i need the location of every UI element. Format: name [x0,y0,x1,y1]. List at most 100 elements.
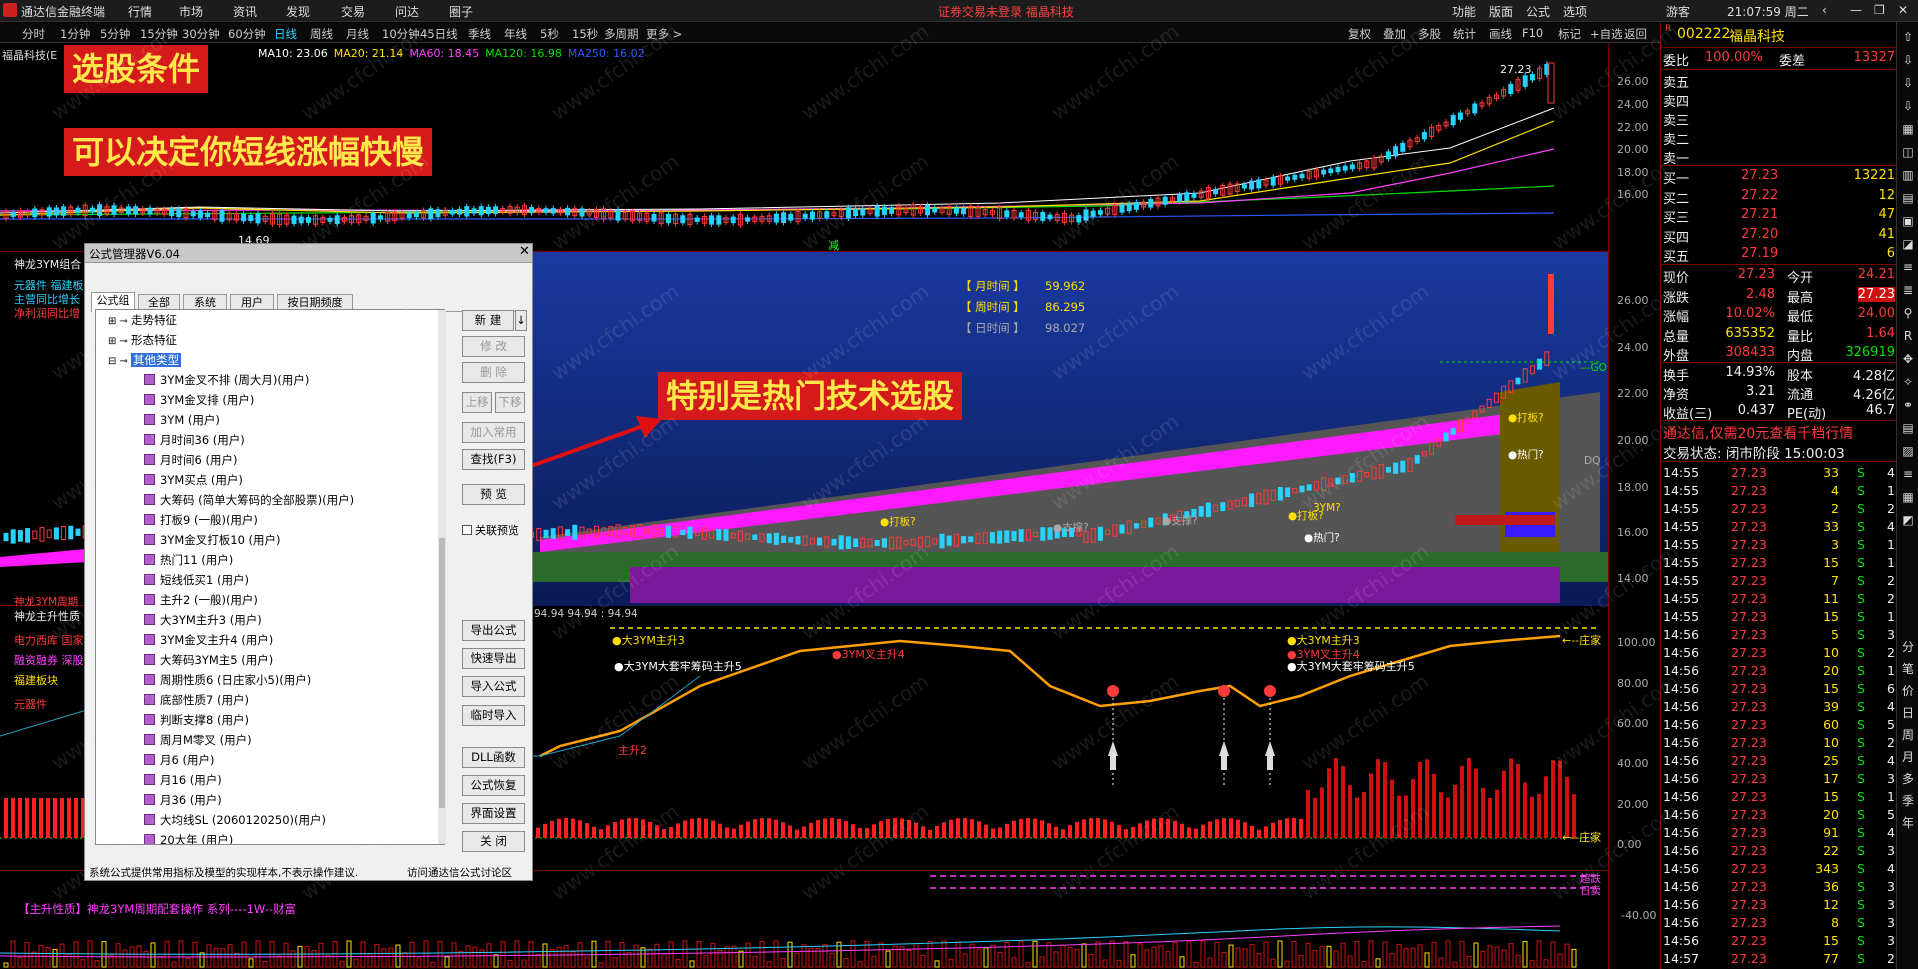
move-up-button[interactable]: 上移 [462,392,492,413]
formula-item[interactable]: 判断支撑8 (用户) [144,710,249,730]
login-notice[interactable]: 证券交易未登录 福晶科技 [938,3,1074,20]
minimize-icon[interactable]: — [1850,3,1862,17]
ad-banner[interactable]: 通达信,仅需20元查看千档行情 [1663,423,1853,443]
tree-group-0[interactable]: ⊞ ⊸ 走势特征 [108,310,177,330]
sidebar-period-2[interactable]: 价 [1897,682,1918,699]
period-7[interactable]: 周线 [310,26,333,42]
sell-row-2[interactable]: 卖二 [1661,129,1897,148]
toolbar-btn-2[interactable]: 多股 [1418,26,1441,42]
menu-banmian[interactable]: 版面 [1489,3,1513,20]
new-button[interactable]: 新 建 [462,310,514,331]
up-arrow-icon[interactable]: ⇧ [1897,30,1918,44]
toolbar-btn-0[interactable]: 复权 [1348,26,1371,42]
sidebar-period-7[interactable]: 季 [1897,792,1918,809]
toolbar-btn-5[interactable]: F10 [1522,26,1543,40]
link-icon[interactable]: ⚭ [1897,398,1918,412]
formula-item[interactable]: 20大年 (用户) [144,830,233,844]
formula-item[interactable]: 3YM金叉主升4 (用户) [144,630,273,650]
move-icon[interactable]: ✥ [1897,352,1918,366]
menu-shichang[interactable]: 市场 [179,3,203,20]
formula-item[interactable]: 周月M零叉 (用户) [144,730,252,750]
toolbar-btn-8[interactable]: 返回 [1624,26,1647,42]
delete-button[interactable]: 删 除 [462,362,525,383]
move-down-button[interactable]: 下移 [495,392,525,413]
dialog-forum-link[interactable]: 访问通达信公式讨论区 [407,865,512,880]
formula-item[interactable]: 月16 (用户) [144,770,222,790]
sidebar-period-4[interactable]: 周 [1897,726,1918,743]
menu-wenda[interactable]: 问达 [395,3,419,20]
expand-icon[interactable]: ⊞ [108,316,116,327]
grid-icon[interactable]: ▤ [1897,191,1918,205]
menu-zixun[interactable]: 资讯 [233,3,257,20]
sidebar-period-0[interactable]: 分 [1897,638,1918,655]
tree-group-2[interactable]: ⊟ ⊸ 其他类型 [108,350,181,370]
buy-row-1[interactable]: 买一 27.23 13221 [1661,168,1897,187]
sidebar-period-1[interactable]: 笔 [1897,660,1918,677]
formula-item[interactable]: 3YM金叉排 (用户) [144,390,254,410]
formula-item[interactable]: 大筹码 (简单大筹码的全部股票)(用户) [144,490,354,510]
sidebar-period-3[interactable]: 日 [1897,704,1918,721]
ui-settings-button[interactable]: 界面设置 [462,803,525,824]
table-icon[interactable]: ▣ [1897,214,1918,228]
calc-icon[interactable]: ▤ [1897,421,1918,435]
sidebar-period-6[interactable]: 多 [1897,770,1918,787]
image-icon[interactable]: ▨ [1897,444,1918,458]
formula-item[interactable]: 周期性质6 (日庄家小5)(用户) [144,670,311,690]
period-16[interactable]: 更多 > [646,26,682,42]
period-1[interactable]: 1分钟 [60,26,90,42]
temp-import-button[interactable]: 临时导入 [462,705,525,726]
add-common-button[interactable]: 加入常用 [462,422,525,443]
buy-row-4[interactable]: 买四 27.20 41 [1661,227,1897,246]
menu-xuanxiang[interactable]: 选项 [1563,3,1587,20]
preview-checkbox[interactable]: 关联预览 [462,522,519,538]
bell-icon[interactable]: ✧ [1897,375,1918,389]
formula-item[interactable]: 短线低买1 (用户) [144,570,249,590]
period-0[interactable]: 分时 [22,26,45,42]
toolbar-btn-1[interactable]: 叠加 [1383,26,1406,42]
sell-row-3[interactable]: 卖三 [1661,110,1897,129]
menu-jiaoyi[interactable]: 交易 [341,3,365,20]
period-13[interactable]: 5秒 [540,26,559,42]
period-14[interactable]: 15秒 [572,26,598,42]
formula-item[interactable]: 3YM (用户) [144,410,220,430]
dialog-titlebar[interactable]: 公式管理器V6.04 ✕ [85,244,532,263]
down-arrow-icon[interactable]: ⇩ [1897,76,1918,90]
toolbar-btn-4[interactable]: 画线 [1489,26,1512,42]
find-button[interactable]: 查找(F3) [462,449,525,470]
modify-button[interactable]: 修 改 [462,336,525,357]
down-arrow-icon[interactable]: ⇩ [1897,99,1918,113]
search-icon[interactable]: ⚲ [1897,306,1918,320]
toolbar-btn-3[interactable]: 统计 [1453,26,1476,42]
period-15[interactable]: 多周期 [604,26,639,42]
down-arrow-icon[interactable]: ⇩ [1897,53,1918,67]
formula-item[interactable]: 月36 (用户) [144,790,222,810]
menu-hangqing[interactable]: 行情 [128,3,152,20]
sell-row-1[interactable]: 卖一 [1661,148,1897,167]
rsi-icon[interactable]: R [1897,329,1918,343]
bars-icon[interactable]: ▥ [1897,168,1918,182]
tree-group-1[interactable]: ⊞ ⊸ 形态特征 [108,330,177,350]
import-formula-button[interactable]: 导入公式 [462,676,525,697]
period-6[interactable]: 日线 [274,26,297,42]
chart-icon[interactable]: ◩ [1897,513,1918,527]
formula-item[interactable]: 月6 (用户) [144,750,214,770]
chart-icon[interactable]: ◪ [1897,237,1918,251]
formula-item[interactable]: 主升2 (一般)(用户) [144,590,258,610]
sidebar-period-5[interactable]: 月 [1897,748,1918,765]
preview-button[interactable]: 预 览 [462,484,525,505]
tree-scrollbar[interactable] [438,310,446,844]
dll-button[interactable]: DLL函数 [462,747,525,768]
period-2[interactable]: 5分钟 [100,26,130,42]
formula-item[interactable]: 月时间36 (用户) [144,430,245,450]
list-icon[interactable]: ≣ [1897,283,1918,297]
close-button[interactable]: 关 闭 [462,831,525,852]
formula-item[interactable]: 大筹码3YM主5 (用户) [144,650,273,670]
formula-item[interactable]: 热门11 (用户) [144,550,233,570]
period-8[interactable]: 月线 [346,26,369,42]
menu-gongshi[interactable]: 公式 [1526,3,1550,20]
sell-row-5[interactable]: 卖五 [1661,72,1897,91]
period-12[interactable]: 年线 [504,26,527,42]
grid-icon[interactable]: ▦ [1897,490,1918,504]
sell-row-4[interactable]: 卖四 [1661,91,1897,110]
back-icon[interactable]: ‹ [1822,3,1827,17]
